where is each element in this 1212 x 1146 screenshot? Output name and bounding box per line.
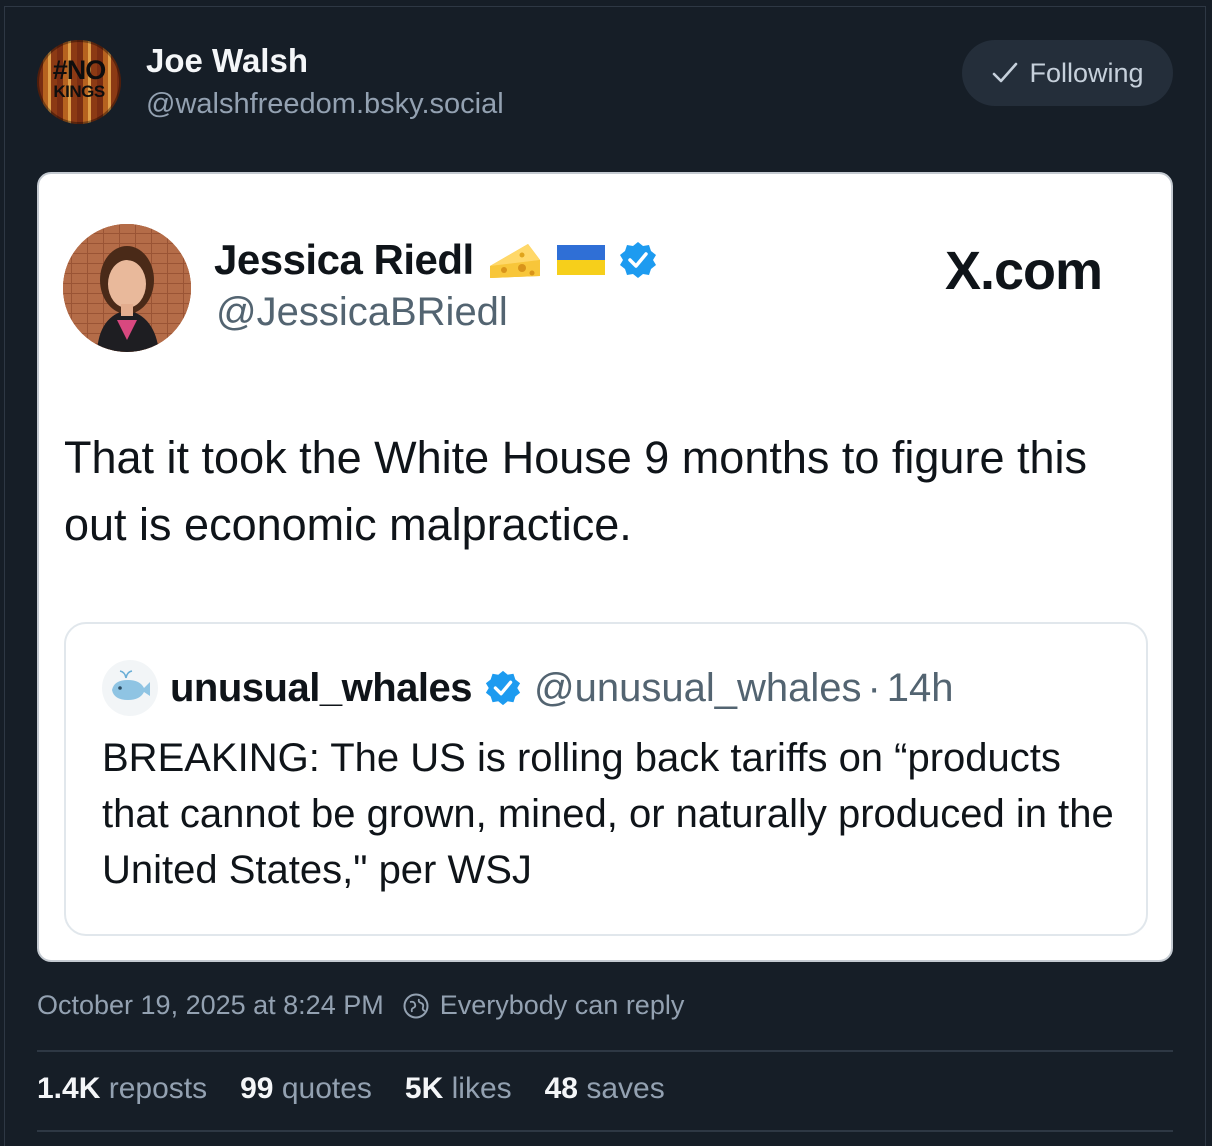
unusual-whales-logo-icon	[102, 660, 158, 716]
divider	[37, 1130, 1173, 1132]
quotes-stat[interactable]: 99 quotes	[240, 1072, 372, 1106]
following-label: Following	[1029, 57, 1144, 88]
quoted-tweet-header: unusual_whales @unusual_whales · 14h	[102, 660, 954, 716]
cheese-icon	[489, 244, 540, 278]
reposts-stat[interactable]: 1.4K reposts	[37, 1072, 207, 1106]
reposts-label: reposts	[108, 1072, 208, 1105]
quotes-label: quotes	[281, 1072, 372, 1105]
author-handle[interactable]: @walshfreedom.bsky.social	[146, 88, 504, 121]
author-name[interactable]: Joe Walsh	[146, 42, 308, 80]
likes-count: 5K	[404, 1072, 444, 1105]
reply-permission-label: Everybody can reply	[439, 990, 685, 1020]
embedded-author-name: Jessica Riedl	[214, 236, 474, 283]
following-button[interactable]: Following	[962, 40, 1173, 106]
quoted-author-name: unusual_whales	[170, 665, 472, 710]
reply-permission[interactable]: Everybody can reply	[402, 990, 685, 1021]
quoted-tweet-text: BREAKING: The US is rolling back tariffs…	[102, 736, 1114, 892]
likes-label: likes	[451, 1072, 512, 1105]
verified-badge-icon	[619, 242, 656, 278]
quoted-tweet: unusual_whales @unusual_whales · 14h BRE…	[64, 622, 1148, 936]
quoted-author-handle: @unusual_whales	[533, 665, 862, 710]
avatar-text-kings: KINGS	[53, 82, 105, 101]
quoted-separator: ·	[867, 665, 881, 710]
embedded-image[interactable]: Jessica Riedl @JessicaBRiedl X.com That …	[37, 172, 1173, 962]
saves-label: saves	[586, 1072, 665, 1105]
quotes-count: 99	[240, 1072, 274, 1105]
saves-count: 48	[544, 1072, 578, 1105]
post-stats: 1.4K reposts 99 quotes 5K likes 48 saves	[37, 1072, 665, 1106]
post-meta: October 19, 2025 at 8:24 PM Everybody ca…	[37, 990, 684, 1021]
embedded-post-text: That it took the White House 9 months to…	[64, 432, 1088, 550]
avatar-text-no: #NO	[52, 55, 107, 85]
x-com-source-label: X.com	[945, 241, 1103, 301]
reposts-count: 1.4K	[37, 1072, 101, 1105]
ukraine-flag-icon	[556, 245, 605, 275]
author-avatar[interactable]: #NO KINGS	[37, 40, 121, 124]
likes-stat[interactable]: 5K likes	[405, 1072, 512, 1106]
post-timestamp[interactable]: October 19, 2025 at 8:24 PM	[37, 990, 384, 1021]
verified-badge-icon	[485, 670, 521, 706]
everybody-reply-icon	[403, 993, 429, 1018]
checkmark-icon	[993, 62, 1018, 83]
saves-stat[interactable]: 48 saves	[545, 1072, 665, 1106]
divider	[37, 1050, 1173, 1052]
embedded-author-row: Jessica Riedl	[214, 236, 658, 284]
quoted-time: 14h	[886, 665, 954, 710]
jessica-riedl-avatar	[63, 224, 191, 352]
embedded-author-handle: @JessicaBRiedl	[216, 290, 508, 334]
